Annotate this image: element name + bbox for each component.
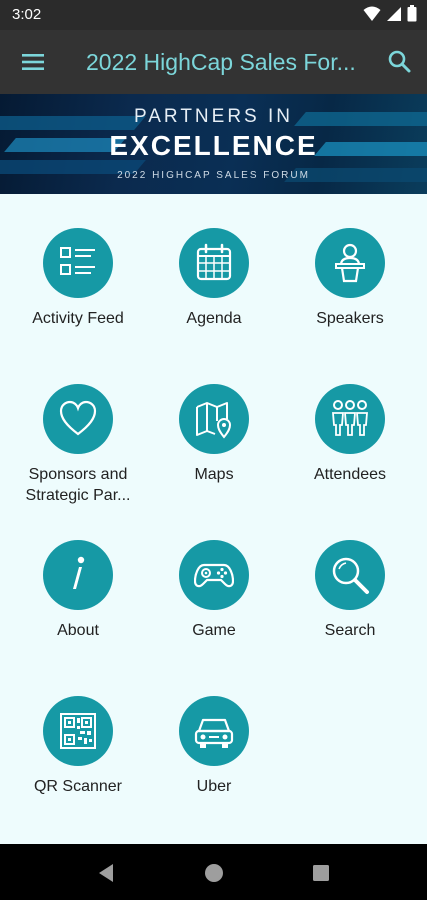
battery-icon — [407, 5, 417, 22]
tile-label: Maps — [194, 466, 234, 483]
calendar-icon — [196, 243, 232, 281]
tile-sponsors[interactable]: Sponsors and Strategic Par... — [10, 350, 146, 504]
tile-label: Speakers — [316, 310, 384, 327]
recents-button[interactable] — [310, 862, 332, 884]
search-icon — [388, 50, 411, 73]
app-bar: 2022 HighCap Sales For... — [0, 30, 427, 94]
home-circle-icon — [205, 864, 223, 882]
tile-game[interactable]: Game — [146, 506, 282, 639]
app-title: 2022 HighCap Sales For... — [86, 49, 356, 75]
tile-icon-circle — [43, 384, 113, 454]
tile-icon-circle — [43, 696, 113, 766]
tile-label: Agenda — [186, 310, 242, 327]
home-button[interactable] — [203, 862, 225, 884]
system-navigation-bar — [0, 844, 427, 900]
gamepad-icon — [194, 563, 234, 588]
speaker-podium-icon — [335, 243, 365, 283]
tile-label: Search — [324, 622, 376, 639]
menu-grid: Activity Feed Agenda Speakers Sponsors a… — [0, 194, 427, 844]
tile-icon-circle — [43, 228, 113, 298]
event-banner: PARTNERS IN EXCELLENCE 2022 HIGHCAP SALE… — [0, 94, 427, 194]
tile-icon-circle — [179, 696, 249, 766]
people-group-icon — [332, 400, 368, 436]
tile-label: Sponsors and Strategic Par... — [25, 466, 131, 504]
tile-icon-circle — [179, 540, 249, 610]
banner-heading-main: EXCELLENCE — [109, 130, 318, 161]
map-pin-icon — [196, 402, 232, 439]
tile-search[interactable]: Search — [282, 506, 418, 639]
tile-speakers[interactable]: Speakers — [282, 194, 418, 327]
qr-code-icon — [60, 713, 96, 749]
tile-label: Game — [192, 622, 236, 639]
info-icon — [73, 556, 85, 589]
tile-icon-circle — [315, 540, 385, 610]
tile-label: Activity Feed — [32, 310, 124, 327]
status-icons — [363, 5, 417, 22]
list-icon — [60, 247, 95, 275]
tile-icon-circle — [315, 228, 385, 298]
tile-qr-scanner[interactable]: QR Scanner — [10, 662, 146, 795]
banner-subtitle: 2022 HIGHCAP SALES FORUM — [117, 170, 310, 181]
tile-label: About — [57, 622, 99, 639]
status-bar: 3:02 — [0, 0, 427, 30]
back-button[interactable] — [96, 862, 118, 884]
tile-agenda[interactable]: Agenda — [146, 194, 282, 327]
back-triangle-icon — [99, 864, 113, 882]
tile-uber[interactable]: Uber — [146, 662, 282, 795]
tile-attendees[interactable]: Attendees — [282, 350, 418, 483]
recents-square-icon — [313, 865, 329, 881]
signal-icon — [387, 6, 401, 21]
wifi-icon — [363, 6, 381, 21]
tile-icon-circle — [179, 228, 249, 298]
tile-icon-circle — [43, 540, 113, 610]
heart-icon — [59, 400, 97, 436]
tile-label: QR Scanner — [33, 778, 123, 795]
tile-icon-circle — [179, 384, 249, 454]
car-icon — [194, 718, 234, 748]
status-time: 3:02 — [12, 6, 42, 23]
tile-about[interactable]: About — [10, 506, 146, 639]
tile-label: Uber — [196, 778, 232, 795]
tile-activity-feed[interactable]: Activity Feed — [10, 194, 146, 327]
magnifier-icon — [332, 557, 369, 594]
tile-label: Attendees — [313, 466, 387, 483]
banner-heading-top: PARTNERS IN — [134, 106, 293, 127]
hamburger-menu-icon — [22, 54, 44, 70]
tile-icon-circle — [315, 384, 385, 454]
tile-maps[interactable]: Maps — [146, 350, 282, 483]
menu-button[interactable] — [14, 48, 54, 76]
search-button[interactable] — [385, 48, 415, 76]
